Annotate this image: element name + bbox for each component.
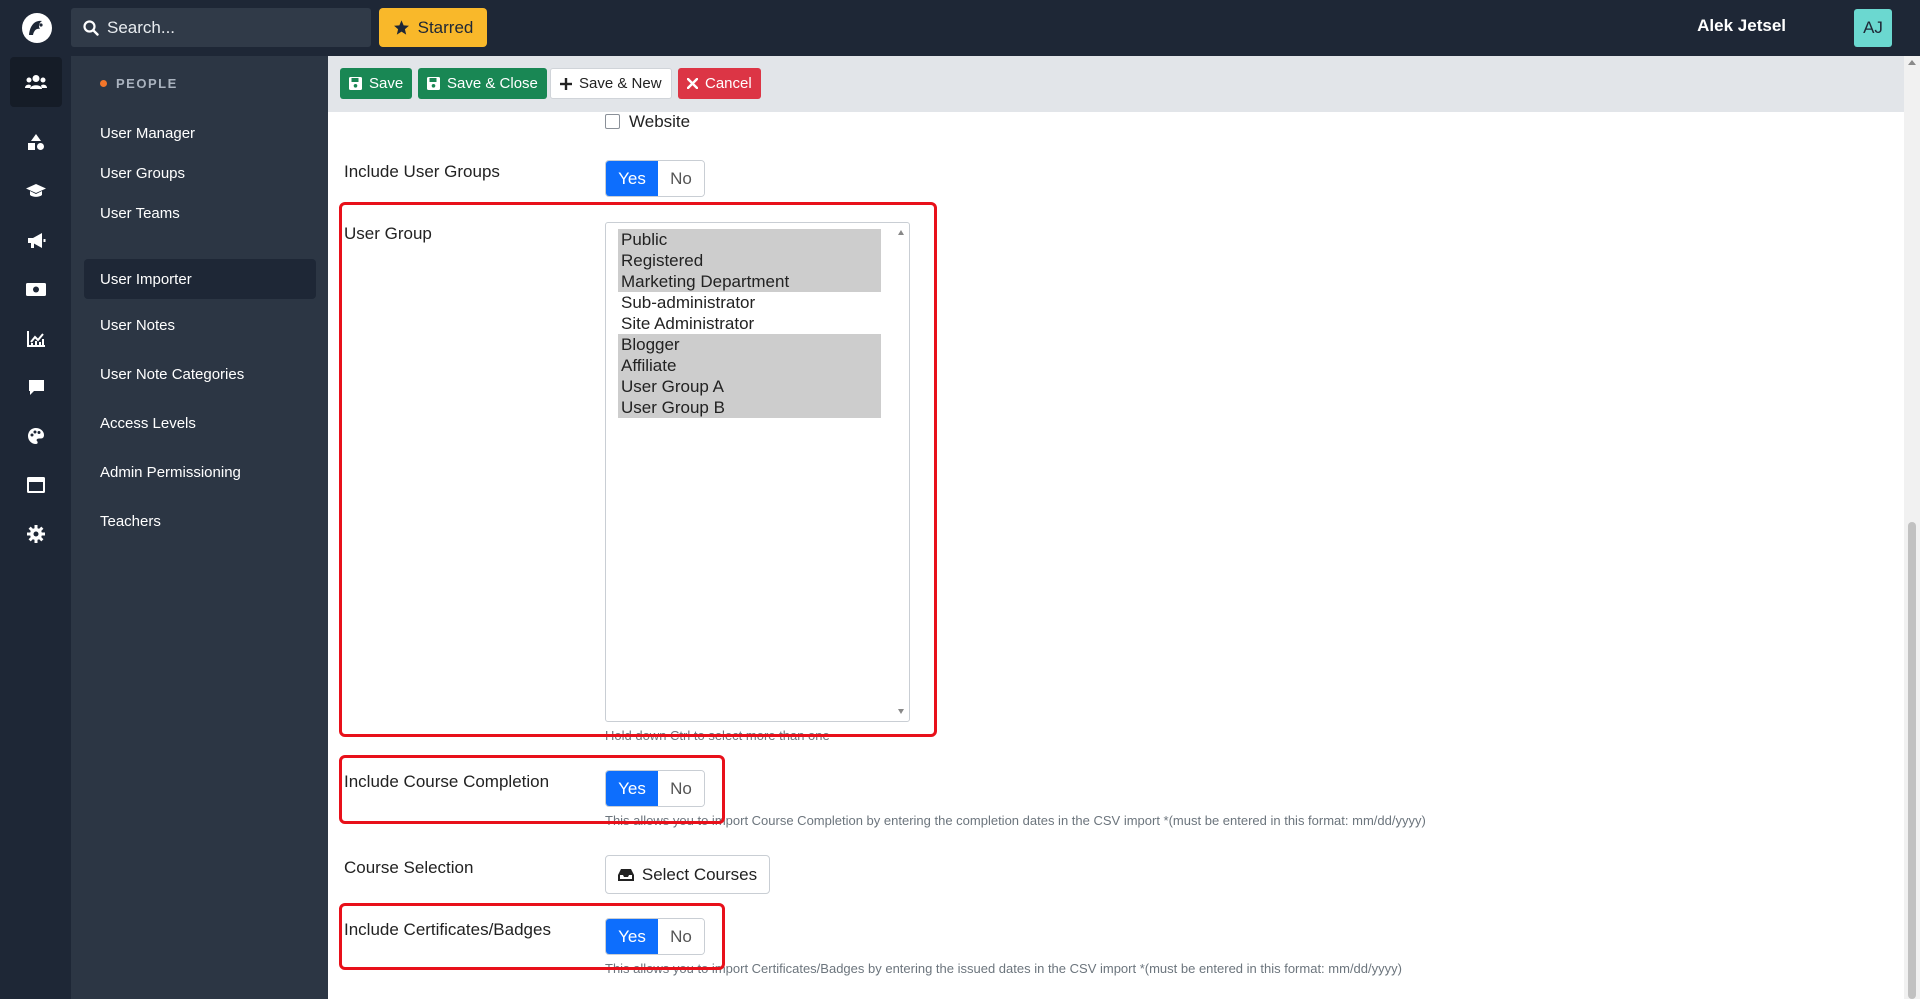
megaphone-icon [27, 232, 45, 248]
sidebar-heading-label: PEOPLE [116, 76, 178, 91]
save-new-button[interactable]: Save & New [550, 68, 672, 99]
sidebar-heading: PEOPLE [100, 76, 178, 91]
website-label: Website [629, 112, 691, 131]
plus-icon [560, 77, 572, 90]
select-courses-button[interactable]: Select Courses [605, 855, 770, 894]
user-name[interactable]: Alek Jetsel [1697, 16, 1786, 36]
sidebar-item-teachers[interactable]: Teachers [84, 501, 316, 541]
action-toolbar: Save Save & Close Save & New Cancel [328, 56, 1904, 112]
people-icon [25, 75, 47, 89]
search-placeholder: Search... [107, 17, 176, 37]
sidebar-item-user-notes[interactable]: User Notes [84, 305, 316, 345]
page-scrollbar[interactable] [1904, 56, 1920, 999]
course-selection-label: Course Selection [344, 858, 474, 877]
graduation-cap-icon [26, 184, 46, 197]
cancel-label: Cancel [705, 75, 752, 92]
rail-settings[interactable] [10, 509, 62, 559]
money-icon [26, 282, 46, 296]
icon-rail [0, 56, 71, 999]
starred-button[interactable]: Starred [379, 8, 487, 47]
sidebar-item-user-note-categories[interactable]: User Note Categories [84, 354, 316, 394]
rail-shapes[interactable] [10, 117, 62, 167]
save-button[interactable]: Save [340, 68, 413, 99]
rail-themes[interactable] [10, 411, 62, 461]
shapes-icon [28, 134, 44, 150]
save-close-label: Save & Close [447, 75, 538, 92]
sidebar-item-access-levels[interactable]: Access Levels [84, 403, 316, 443]
floppy-disk-icon [349, 77, 362, 90]
save-new-label: Save & New [579, 75, 662, 92]
starred-label: Starred [417, 17, 474, 37]
rail-comments[interactable] [10, 362, 62, 412]
top-bar: Search... Starred Alek Jetsel AJ [0, 0, 1920, 56]
window-icon [27, 477, 45, 493]
highlight-certificates [339, 903, 725, 970]
rail-content[interactable] [10, 460, 62, 510]
cancel-button[interactable]: Cancel [678, 68, 761, 99]
include-user-groups-label: Include User Groups [344, 162, 500, 181]
course-completion-help: This allows you to import Course Complet… [605, 813, 1426, 828]
select-courses-label: Select Courses [641, 864, 758, 884]
floppy-disk-icon [427, 77, 440, 90]
save-label: Save [369, 75, 404, 92]
rail-marketing[interactable] [10, 215, 62, 265]
search-icon [83, 19, 99, 36]
sidebar: PEOPLE User Manager User Groups User Tea… [71, 56, 328, 999]
sidebar-item-user-groups[interactable]: User Groups [84, 153, 316, 193]
close-icon [687, 78, 698, 89]
save-close-button[interactable]: Save & Close [418, 68, 547, 99]
rail-people[interactable] [10, 57, 62, 107]
inbox-tray-icon [617, 868, 634, 881]
search-input[interactable]: Search... [71, 8, 371, 47]
include-user-groups-no[interactable]: No [658, 161, 704, 196]
rail-reports[interactable] [10, 313, 62, 363]
website-checkbox[interactable] [605, 114, 620, 129]
avatar[interactable]: AJ [1854, 9, 1892, 47]
scroll-up-arrow[interactable] [1908, 60, 1916, 65]
include-user-groups-yes[interactable]: Yes [606, 161, 658, 196]
highlight-user-group [339, 202, 937, 737]
sidebar-item-admin-permissioning[interactable]: Admin Permissioning [84, 452, 316, 492]
sidebar-item-user-teams[interactable]: User Teams [84, 193, 316, 233]
include-user-groups-toggle[interactable]: Yes No [605, 160, 705, 197]
sidebar-item-user-importer[interactable]: User Importer [84, 259, 316, 299]
rail-money[interactable] [10, 264, 62, 314]
heading-dot [100, 80, 107, 87]
rail-courses[interactable] [10, 166, 62, 216]
sidebar-item-user-manager[interactable]: User Manager [84, 113, 316, 153]
scrollbar-thumb[interactable] [1908, 522, 1916, 999]
palette-icon [28, 428, 44, 444]
comment-icon [28, 379, 44, 395]
star-icon [393, 20, 409, 35]
gear-icon [27, 525, 45, 543]
app-logo-icon[interactable] [20, 11, 54, 45]
chart-icon [26, 330, 45, 347]
highlight-course-completion [339, 755, 725, 824]
